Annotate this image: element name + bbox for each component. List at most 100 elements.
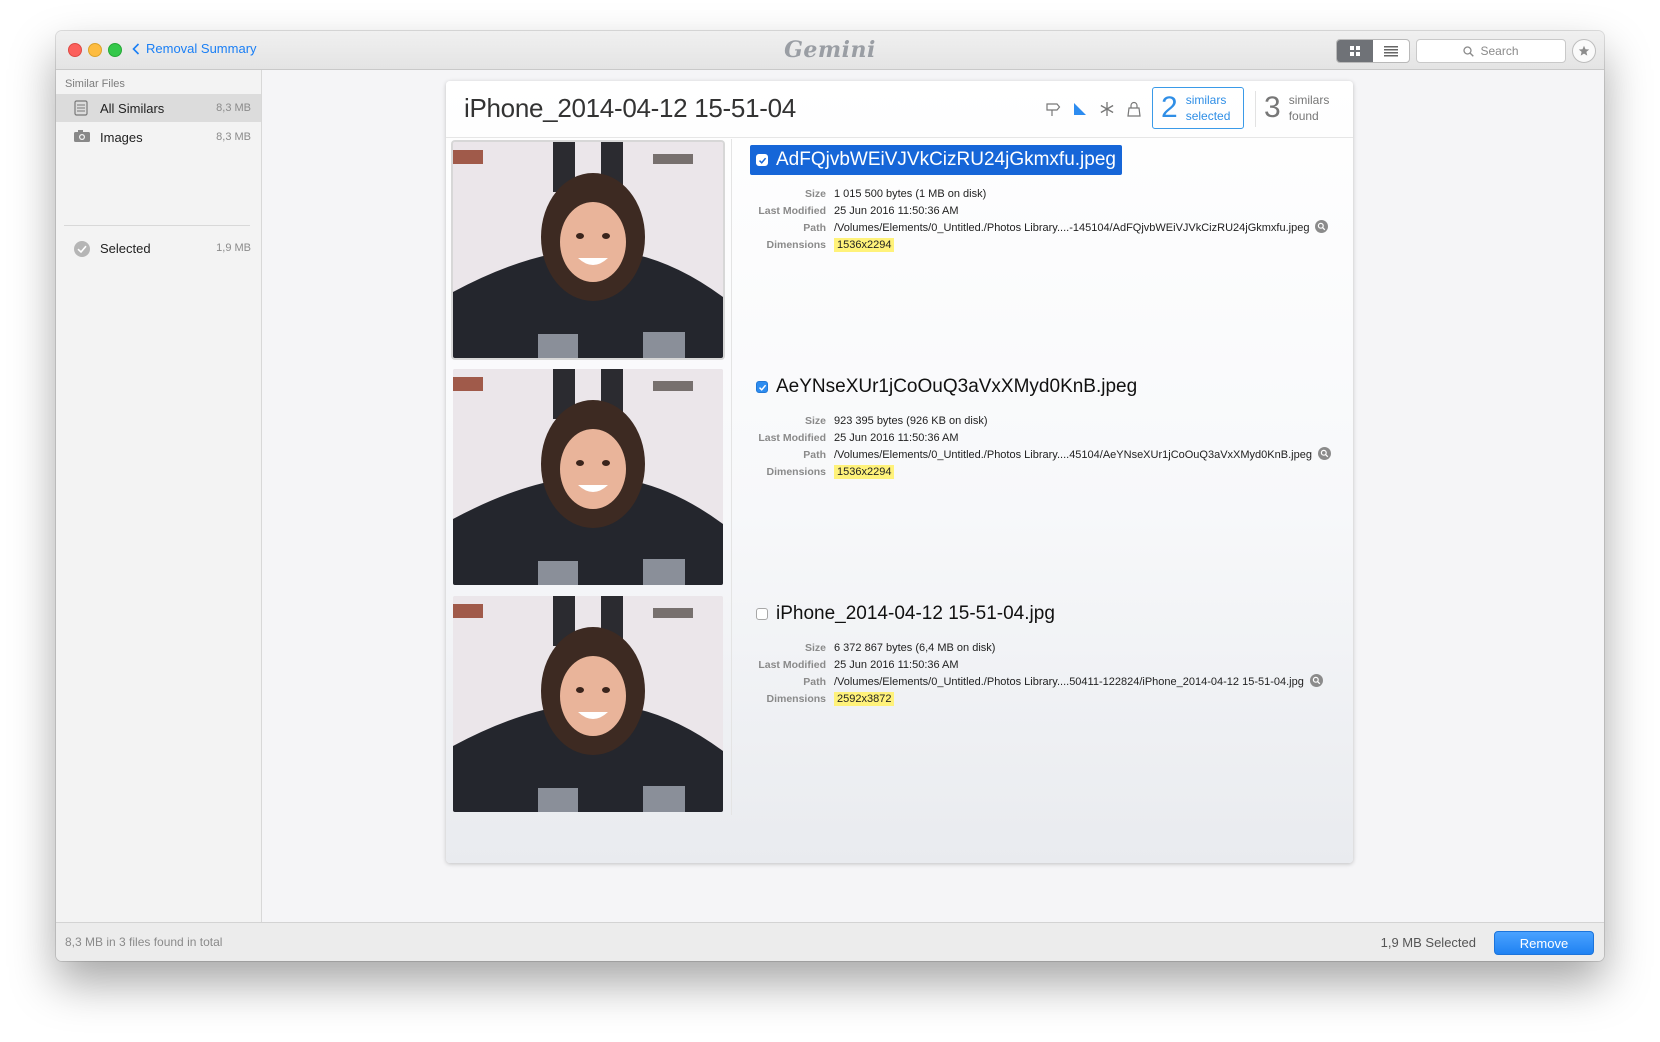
size-label: Size <box>804 414 826 427</box>
view-mode-toggle[interactable] <box>1336 39 1410 63</box>
reveal-in-finder-button[interactable] <box>1309 673 1323 690</box>
file-checkbox[interactable] <box>756 381 768 393</box>
photo-thumbnail[interactable] <box>453 596 723 812</box>
reveal-in-finder-button[interactable] <box>1317 446 1331 463</box>
sparkle-icon <box>1100 102 1114 116</box>
group-title: iPhone_2014-04-12 15-51-04 <box>464 93 796 123</box>
main-content: iPhone_2014-04-12 15-51-04 2 similars se… <box>262 70 1604 922</box>
magnifier-circle-icon <box>1309 673 1323 687</box>
file-dimensions: 2592x3872 <box>834 691 895 706</box>
found-word-1: similars <box>1288 93 1330 107</box>
sidebar-item-size: 1,9 MB <box>216 242 251 254</box>
back-to-removal-summary-link[interactable]: Removal Summary <box>132 41 257 56</box>
counter-separator <box>1255 91 1256 127</box>
found-count: 3 <box>1264 91 1281 124</box>
sidebar-heading: Similar Files <box>65 78 125 90</box>
chevron-left-icon <box>132 42 140 55</box>
lock-icon <box>1127 101 1141 117</box>
size-label: Size <box>804 187 826 200</box>
selected-word-2: selected <box>1185 109 1231 123</box>
reveal-in-finder-button[interactable] <box>1315 219 1329 236</box>
search-placeholder: Search <box>1480 44 1519 58</box>
path-label: Path <box>803 675 826 688</box>
file-size: 1 015 500 bytes (1 MB on disk) <box>834 187 987 200</box>
remove-button[interactable]: Remove <box>1494 931 1594 955</box>
file-name: AeYNseXUr1jCoOuQ3aVxXMyd0KnB.jpeg <box>776 376 1138 397</box>
file-name-header[interactable]: AeYNseXUr1jCoOuQ3aVxXMyd0KnB.jpeg <box>750 372 1143 402</box>
sidebar-item-label: All Similars <box>100 101 165 116</box>
back-link-label: Removal Summary <box>146 41 257 56</box>
selected-total: 1,9 MB Selected <box>1380 935 1476 950</box>
dimensions-label: Dimensions <box>766 692 826 705</box>
file-checkbox[interactable] <box>756 154 768 166</box>
file-modified: 25 Jun 2016 11:50:36 AM <box>834 431 959 444</box>
file-name-header[interactable]: AdFQjvbWEiVJVkCizRU24jGkmxfu.jpeg <box>750 145 1122 175</box>
list-icon <box>1384 45 1398 56</box>
file-checkbox[interactable] <box>756 608 768 620</box>
sidebar-item-all-similars[interactable]: All Similars 8,3 MB <box>56 94 261 122</box>
file-name-header[interactable]: iPhone_2014-04-12 15-51-04.jpg <box>750 599 1061 629</box>
quality-tool[interactable] <box>1098 100 1116 118</box>
stack-icon <box>73 100 89 119</box>
file-name: iPhone_2014-04-12 15-51-04.jpg <box>776 603 1055 624</box>
found-counter-label: similars found <box>1289 92 1330 124</box>
title-bar: Removal Summary Gemini Search <box>56 31 1604 70</box>
file-path: /Volumes/Elements/0_Untitled./Photos Lib… <box>834 448 1312 461</box>
selected-counter[interactable]: 2 similars selected <box>1152 87 1244 129</box>
minimize-window-button[interactable] <box>88 43 102 57</box>
file-metadata: Size 1 015 500 bytes (1 MB on disk) Last … <box>746 185 1329 253</box>
checkmark-icon <box>758 384 766 391</box>
list-view-button[interactable] <box>1373 40 1409 62</box>
modified-label: Last Modified <box>758 431 826 444</box>
path-label: Path <box>803 448 826 461</box>
search-field[interactable]: Search <box>1416 39 1566 63</box>
file-metadata: Size 923 395 bytes (926 KB on disk) Last … <box>746 412 1331 480</box>
dimensions-label: Dimensions <box>766 465 826 478</box>
photo-thumbnail[interactable] <box>453 142 723 358</box>
search-icon <box>1463 45 1475 57</box>
checkmark-icon <box>758 157 766 164</box>
sidebar-item-images[interactable]: Images 8,3 MB <box>56 123 261 151</box>
sidebar-divider <box>64 225 250 226</box>
file-modified: 25 Jun 2016 11:50:36 AM <box>834 204 959 217</box>
sidebar-item-label: Images <box>100 130 143 145</box>
lock-tool[interactable] <box>1125 100 1143 118</box>
app-logo: Gemini <box>784 37 876 63</box>
file-row[interactable]: AeYNseXUr1jCoOuQ3aVxXMyd0KnB.jpeg Size 92… <box>446 366 1353 592</box>
modified-label: Last Modified <box>758 204 826 217</box>
file-dimensions: 1536x2294 <box>834 464 895 479</box>
comparison-tools <box>1044 100 1143 118</box>
zoom-window-button[interactable] <box>108 43 122 57</box>
dimensions-tool[interactable] <box>1071 100 1089 118</box>
selected-word-1: similars <box>1185 93 1227 107</box>
file-path: /Volumes/Elements/0_Untitled./Photos Lib… <box>834 675 1304 688</box>
file-size: 6 372 867 bytes (6,4 MB on disk) <box>834 641 996 654</box>
file-modified: 25 Jun 2016 11:50:36 AM <box>834 658 959 671</box>
sidebar: Similar Files All Similars 8,3 MB Images… <box>56 70 262 922</box>
file-row[interactable]: iPhone_2014-04-12 15-51-04.jpg Size 6 372… <box>446 593 1353 819</box>
location-icon <box>1046 103 1061 116</box>
star-icon <box>1578 45 1590 56</box>
checkmark-circle-icon <box>73 240 91 261</box>
magnifier-circle-icon <box>1315 219 1329 233</box>
file-dimensions: 1536x2294 <box>834 237 895 252</box>
selected-counter-label: similars selected <box>1186 92 1231 124</box>
file-metadata: Size 6 372 867 bytes (6,4 MB on disk) Las… <box>746 639 1323 707</box>
total-summary: 8,3 MB in 3 files found in total <box>65 935 223 949</box>
close-window-button[interactable] <box>68 43 82 57</box>
favorite-button[interactable] <box>1572 39 1596 63</box>
file-row[interactable]: AdFQjvbWEiVJVkCizRU24jGkmxfu.jpeg Size 1 … <box>446 139 1353 365</box>
status-bar: 8,3 MB in 3 files found in total 1,9 MB … <box>56 922 1604 961</box>
photo-image <box>453 142 723 358</box>
location-tool[interactable] <box>1044 100 1062 118</box>
file-size: 923 395 bytes (926 KB on disk) <box>834 414 988 427</box>
photo-image <box>453 596 723 812</box>
sidebar-item-selected[interactable]: Selected 1,9 MB <box>56 234 261 262</box>
similar-group-panel: iPhone_2014-04-12 15-51-04 2 similars se… <box>446 81 1353 863</box>
modified-label: Last Modified <box>758 658 826 671</box>
selected-count: 2 <box>1161 91 1178 124</box>
grid-view-button[interactable] <box>1337 40 1373 62</box>
photo-thumbnail[interactable] <box>453 369 723 585</box>
dimensions-label: Dimensions <box>766 238 826 251</box>
ruler-triangle-icon <box>1074 103 1086 115</box>
